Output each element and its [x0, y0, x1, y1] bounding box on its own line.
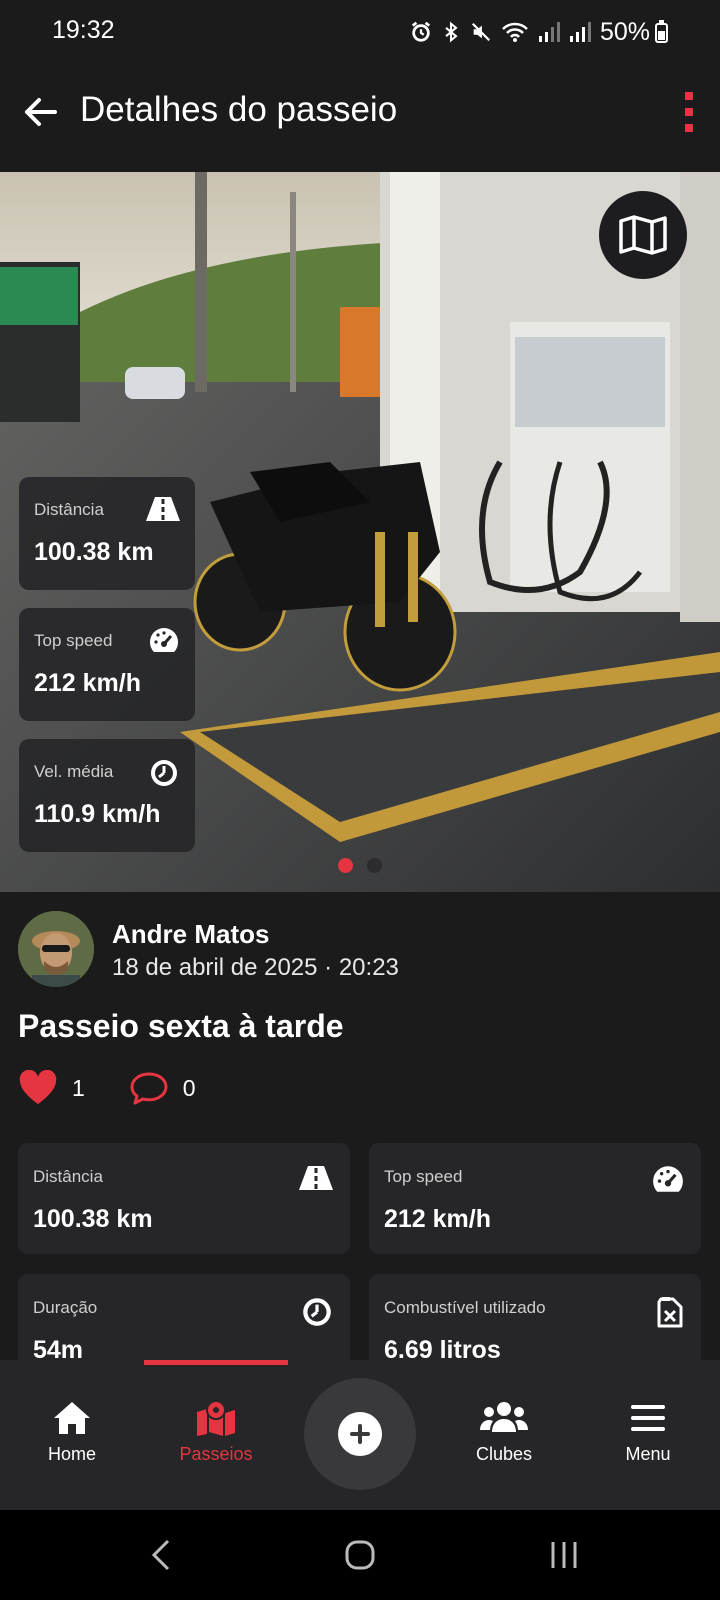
- ride-photo-carousel[interactable]: Distância 100.38 km Top speed 212 km/h V…: [0, 172, 720, 892]
- system-navigation-bar: [0, 1510, 720, 1600]
- like-count: 1: [72, 1074, 85, 1101]
- nav-passeios[interactable]: Passeios: [156, 1400, 276, 1465]
- map-button[interactable]: [599, 191, 687, 279]
- stat-label: Top speed: [384, 1167, 463, 1186]
- nav-label: Passeios: [179, 1444, 253, 1464]
- bottom-navigation: Home Passeios Clubes Menu: [0, 1360, 720, 1510]
- stat-label: Distância: [33, 1167, 103, 1186]
- stat-card-top-speed: Top speed 212 km/h: [369, 1143, 701, 1254]
- add-ride-button[interactable]: [304, 1378, 416, 1490]
- dot: [685, 124, 693, 132]
- mute-icon: [471, 22, 491, 42]
- system-back-icon[interactable]: [150, 1538, 172, 1572]
- stat-value: 110.9 km/h: [34, 800, 161, 828]
- back-button[interactable]: [18, 90, 62, 134]
- page-title: Detalhes do passeio: [80, 90, 398, 129]
- comment-button[interactable]: 0: [129, 1070, 196, 1106]
- signal-icon: [538, 22, 560, 42]
- post-date: 18 de abril de 2025 · 20:23: [112, 954, 399, 981]
- carousel-pagination: [0, 858, 720, 873]
- nav-label: Home: [47, 1444, 96, 1464]
- status-time: 19:32: [52, 16, 115, 44]
- author-name[interactable]: Andre Matos: [112, 919, 269, 950]
- map-icon: [619, 215, 667, 255]
- like-button[interactable]: 1: [18, 1070, 85, 1106]
- stat-value: 212 km/h: [34, 669, 142, 697]
- post-author[interactable]: Andre Matos 18 de abril de 2025 · 20:23: [18, 911, 708, 987]
- system-home-icon[interactable]: [344, 1538, 376, 1572]
- stat-value: 212 km/h: [384, 1205, 492, 1233]
- status-bar: 19:32 50%: [0, 0, 720, 64]
- avatar-photo: [18, 911, 94, 987]
- road-icon: [299, 1166, 333, 1190]
- battery-icon: [655, 20, 668, 43]
- comment-icon: [130, 1072, 168, 1105]
- stat-card-distance: Distância 100.38 km: [18, 1143, 350, 1254]
- plus-icon: [350, 1424, 370, 1444]
- post-actions: 1 0: [18, 1068, 240, 1108]
- stat-value: 100.38 km: [33, 1205, 153, 1233]
- signal-icon: [569, 22, 591, 42]
- speedometer-icon: [150, 628, 178, 652]
- battery-percentage: 50%: [599, 17, 650, 46]
- map-pin-icon: [197, 1400, 235, 1436]
- avatar[interactable]: [18, 911, 94, 987]
- ride-title: Passeio sexta à tarde: [18, 1008, 344, 1044]
- nav-label: Clubes: [475, 1444, 533, 1464]
- active-tab-indicator: [144, 1360, 288, 1365]
- wifi-icon: [502, 22, 528, 42]
- group-icon: [480, 1402, 528, 1432]
- alarm-icon: [411, 21, 431, 42]
- nav-menu[interactable]: Menu: [588, 1400, 708, 1465]
- dot: [685, 92, 693, 100]
- overlay-stat-avg-speed: Vel. média 110.9 km/h: [19, 739, 195, 852]
- heart-icon: [19, 1070, 57, 1104]
- timer-icon: [151, 760, 177, 786]
- stat-label: Duração: [33, 1298, 98, 1317]
- nav-home[interactable]: Home: [12, 1400, 132, 1465]
- fuel-can-icon: [657, 1297, 683, 1328]
- road-icon: [146, 497, 180, 521]
- timer-icon: [303, 1298, 331, 1326]
- stat-value: 100.38 km: [34, 538, 154, 566]
- home-icon: [54, 1402, 90, 1434]
- hamburger-icon: [631, 1405, 665, 1431]
- comment-count: 0: [182, 1074, 196, 1101]
- overlay-stat-top-speed: Top speed 212 km/h: [19, 608, 195, 721]
- page-dot[interactable]: [367, 858, 382, 873]
- nav-clubes[interactable]: Clubes: [444, 1400, 564, 1465]
- page-dot-active[interactable]: [338, 858, 353, 873]
- bluetooth-icon: [445, 21, 458, 43]
- status-icons: 50%: [410, 18, 650, 46]
- overlay-stat-distance: Distância 100.38 km: [19, 477, 195, 590]
- dot: [685, 108, 693, 116]
- nav-label: Menu: [625, 1444, 671, 1464]
- app-bar: Detalhes do passeio: [0, 64, 720, 172]
- more-options-button[interactable]: [682, 92, 696, 132]
- speedometer-icon: [653, 1166, 683, 1192]
- system-recents-icon[interactable]: [548, 1538, 580, 1572]
- stat-label: Combustível utilizado: [384, 1298, 546, 1317]
- arrow-left-icon: [25, 98, 57, 126]
- fab-circle: [338, 1412, 382, 1456]
